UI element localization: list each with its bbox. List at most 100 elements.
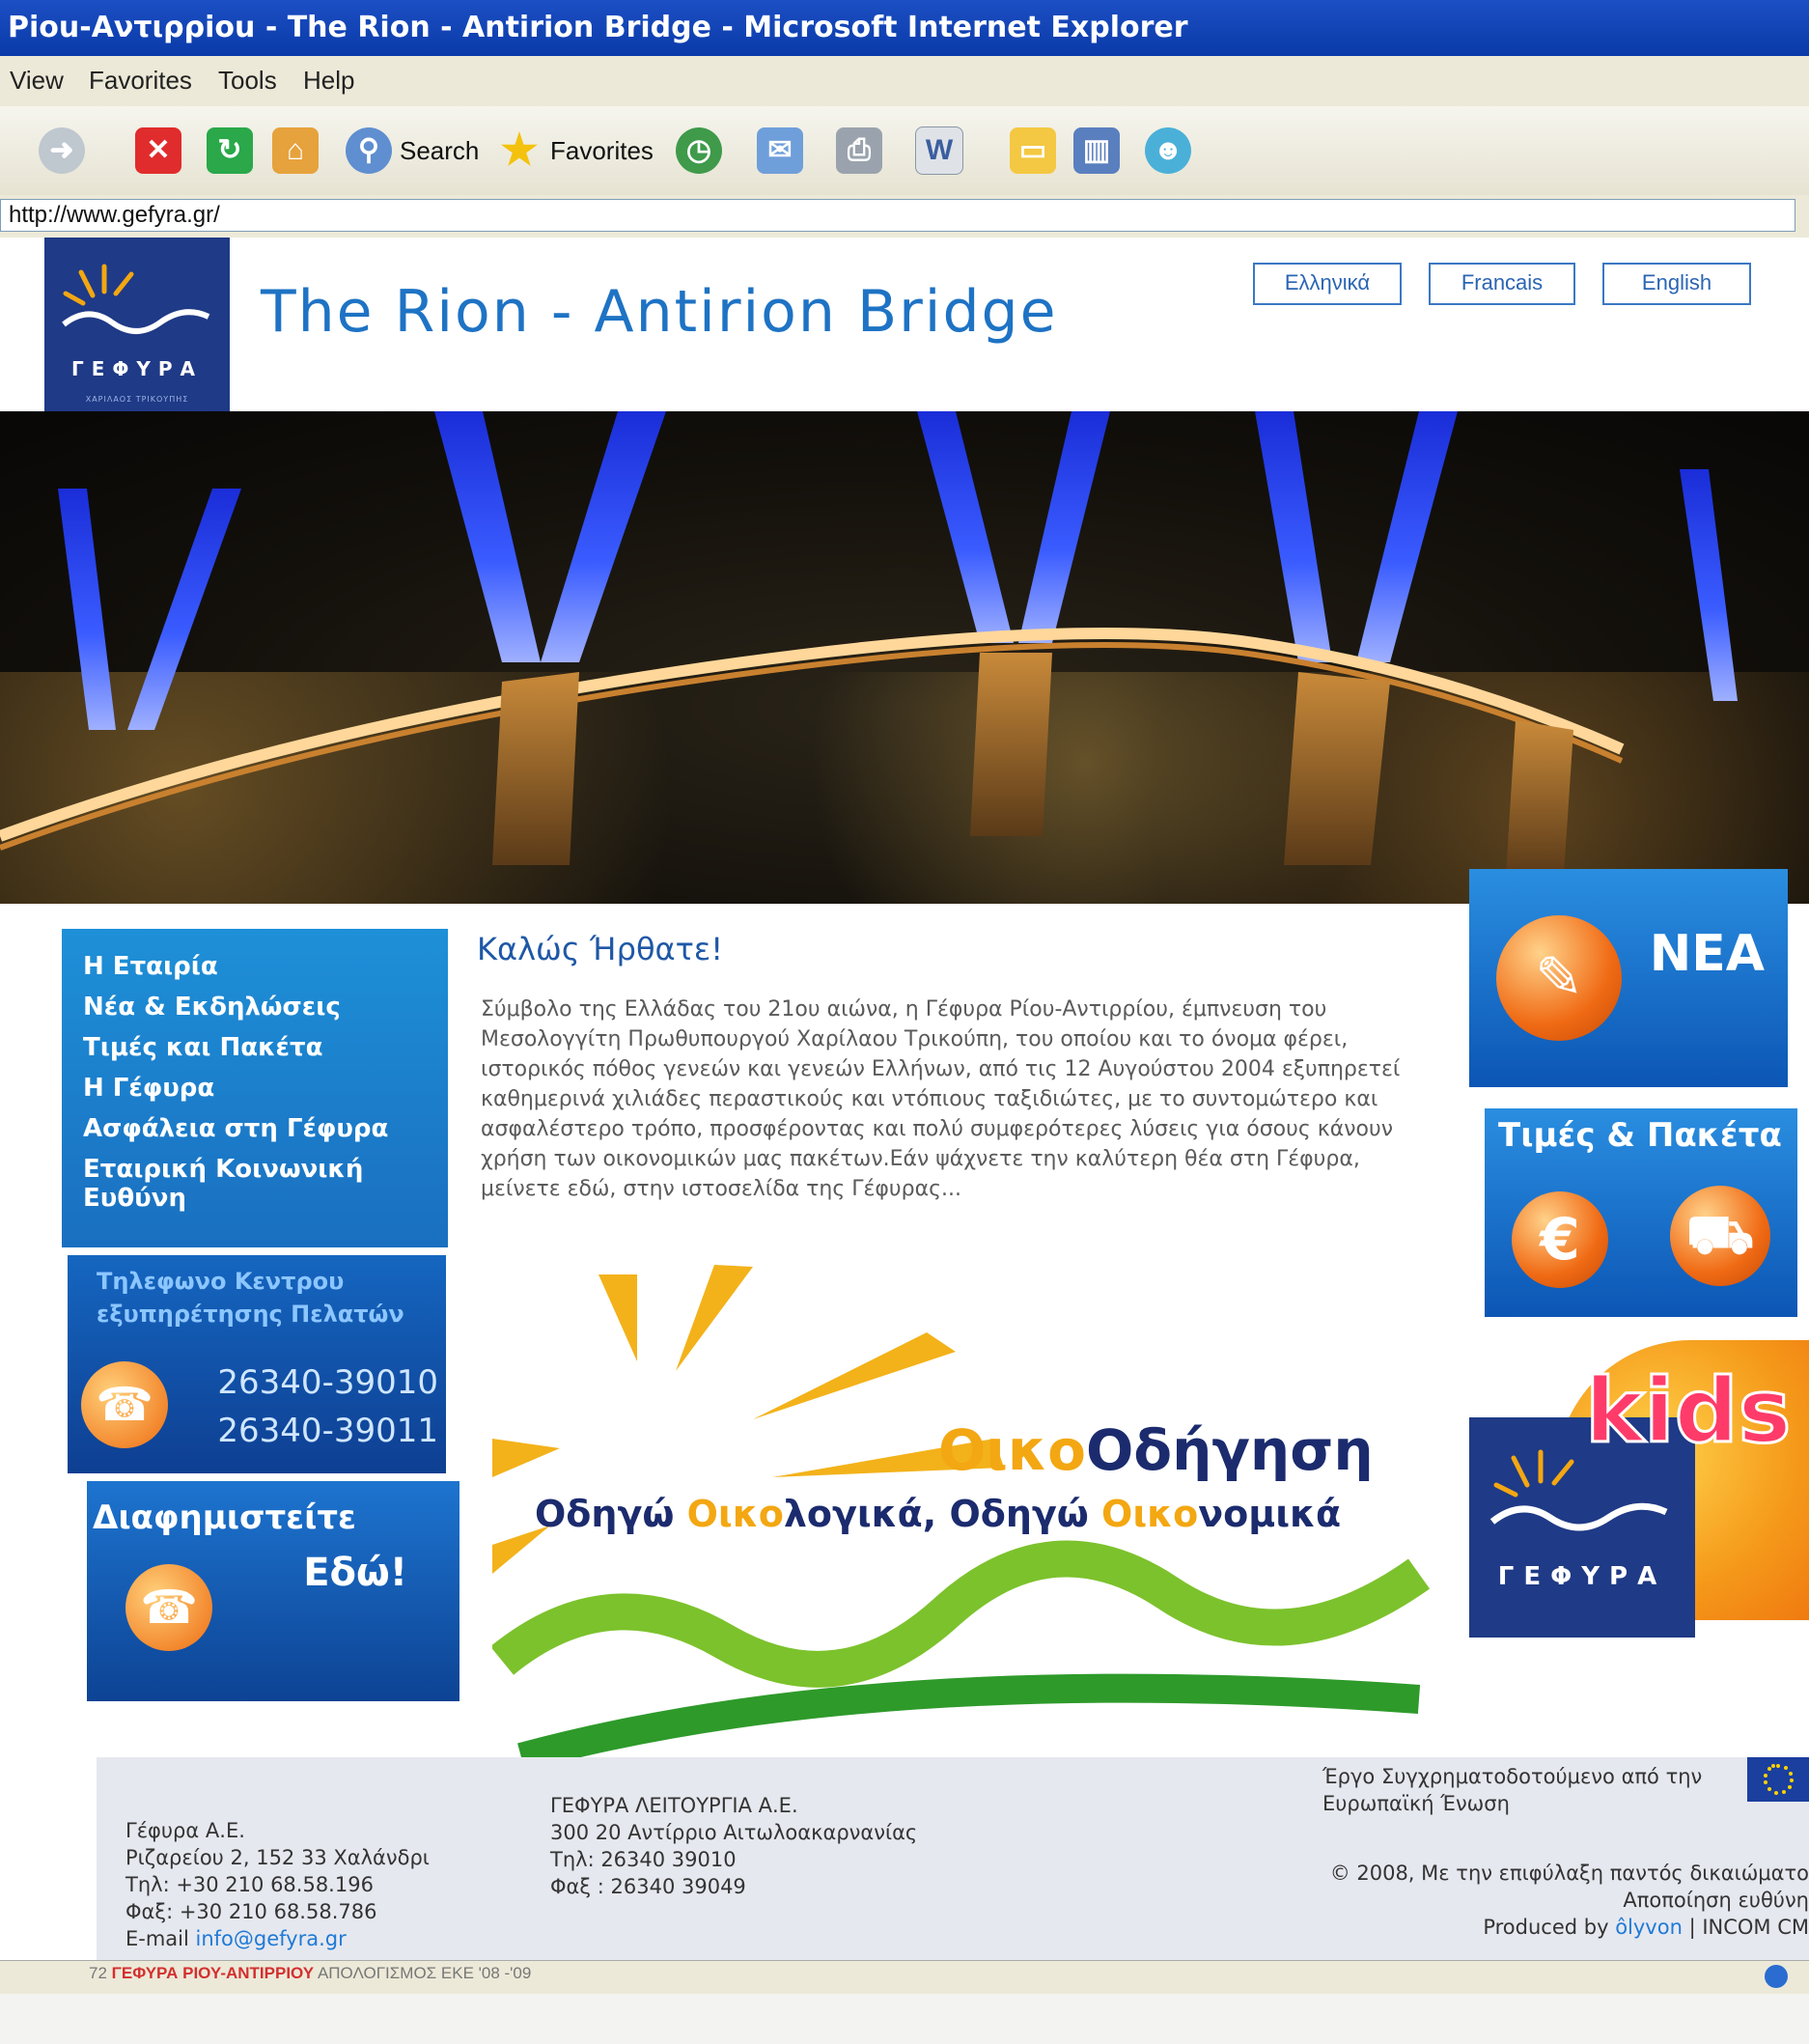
call-center-box[interactable]: Τηλεφωνο Κεντρου εξυπηρέτησης Πελατών ☎ … [68,1255,446,1473]
note-icon: ▭ [1010,127,1056,174]
kids-banner[interactable]: ΓΕΦΥΡΑ kids [1469,1340,1809,1638]
welcome-heading: Καλώς Ήρθατε! [477,931,724,967]
footer-company-name: Γέφυρα Α.Ε. [125,1819,245,1842]
browser-screen: Piou-Αντιρρiou - The Rion - Antirion Bri… [0,0,1809,1994]
nav-csr[interactable]: Εταιρική Κοινωνική Ευθύνη [62,1149,448,1218]
menu-tools[interactable]: Tools [218,66,277,96]
site-title: The Rion - Antirion Bridge [261,278,1058,346]
toolbar: ➜ ✕ ↻ ⌂ ⚲ Search ★ Favorites ◷ ✉ ⎙ W ▭ ▥… [0,106,1809,280]
footer-producer-link[interactable]: ôlyvon [1615,1916,1683,1939]
refresh-button[interactable]: ↻ [207,124,253,178]
footer-produced-suffix: | INCOM CM [1682,1916,1809,1939]
nav-news-events[interactable]: Νέα & Εκδηλώσεις [62,987,448,1027]
logo-text: ΓΕΦΥΡΑ [70,357,204,380]
bridge-night-photo [0,411,1809,904]
footer-phone2: Τηλ: 26340 39010 [550,1848,737,1871]
history-button[interactable]: ◷ [676,124,722,178]
search-button[interactable]: ⚲ Search [346,124,479,178]
forward-button[interactable]: ➜ [39,124,85,178]
forward-arrow-icon: ➜ [39,127,85,174]
mail-icon: ✉ [757,127,803,174]
kids-logo-text: ΓΕΦΥΡΑ [1497,1562,1667,1591]
address-bar: http://www.gefyra.gr/ [0,195,1809,238]
eu-stars-icon [1764,1764,1794,1795]
nav-company[interactable]: Η Εταιρία [62,946,448,987]
footer-fax2: Φαξ : 26340 39049 [550,1875,746,1898]
internet-zone-icon [1765,1965,1788,1988]
menu-favorites[interactable]: Favorites [89,66,192,96]
stop-button[interactable]: ✕ [135,124,181,178]
star-icon: ★ [500,126,539,174]
favorites-label: Favorites [550,135,654,165]
edit-button[interactable]: W [915,124,963,178]
nav-bridge[interactable]: Η Γέφυρα [62,1068,448,1108]
home-button[interactable]: ⌂ [272,124,319,178]
lang-french-button[interactable]: Francais [1429,263,1575,305]
mail-button[interactable]: ✉ [757,124,803,178]
menu-help[interactable]: Help [303,66,354,96]
eco-sub-c: λογικά, Οδηγώ [783,1493,1102,1535]
footer-eu-note: Έργο Συγχρηματοδοτούμενο από την Ευρωπαϊ… [1322,1763,1702,1817]
favorites-button[interactable]: ★ Favorites [496,124,654,178]
footer-disclaimer-link[interactable]: Αποποίηση ευθύνη [1330,1887,1809,1914]
eco-driving-banner[interactable]: ΟικοΟδήγηση Οδηγώ Οικολογικά, Οδηγώ Οικο… [492,1255,1438,1757]
news-banner[interactable]: ✎ ΝΕΑ [1469,869,1788,1087]
footer-fax: Φαξ: +30 210 68.58.786 [125,1900,377,1923]
call-center-title-line1: Τηλεφωνο Κεντρου [97,1268,345,1295]
pen-icon: ✎ [1496,915,1622,1041]
stop-icon: ✕ [135,127,181,174]
gefyra-logo[interactable]: ΓΕΦΥΡΑ ΧΑΡΙΛΑΟΣ ΤΡΙΚΟΥΠΗΣ [44,238,230,421]
menu-bar: View Favorites Tools Help [0,56,1809,107]
advertise-box[interactable]: Διαφημιστείτε Εδώ! ☎ [87,1481,459,1701]
word-icon: W [915,126,963,175]
logo-subtext: ΧΑΡΙΛΑΟΣ ΤΡΙΚΟΥΠΗΣ [85,395,189,404]
eco-sub-a: Οδηγώ [535,1493,687,1535]
page-caption: 72 ΓΕΦΥΡΑ ΡΙΟΥ-ΑΝΤΙΡΡΙΟΥ ΑΠΟΛΟΓΙΣΜΟΣ ΕΚΕ… [89,1964,531,1983]
footer-email-row: E-mail info@gefyra.gr [125,1925,430,1952]
kids-word: kids [1583,1358,1792,1465]
footer-email-label: E-mail [125,1927,196,1950]
sun-wave-logo-icon [62,264,210,334]
footer-contact-athens: Γέφυρα Α.Ε. Ριζαρείου 2, 152 33 Χαλάνδρι… [125,1817,430,1952]
refresh-icon: ↻ [207,127,253,174]
footer-email-link[interactable]: info@gefyra.gr [196,1927,347,1950]
eco-title: ΟικοΟδήγηση [938,1417,1374,1483]
left-navigation: Η Εταιρία Νέα & Εκδηλώσεις Τιμές και Πακ… [62,929,448,1247]
site-header: ΓΕΦΥΡΑ ΧΑΡΙΛΑΟΣ ΤΡΙΚΟΥΠΗΣ The Rion - Ant… [0,238,1809,421]
footer-company2-name: ΓΕΦΥΡΑ ΛΕΙΤΟΥΡΓΙΑ Α.Ε. [550,1794,798,1817]
menu-view[interactable]: View [10,66,64,96]
lang-greek-button[interactable]: Ελληνικά [1253,263,1402,305]
car-icon: ⛟ [1670,1186,1770,1286]
footer-legal: © 2008, Με την επιφύλαξη παντός δικαιώμα… [1330,1860,1809,1941]
footer-phone: Τηλ: +30 210 68.58.196 [125,1873,374,1896]
research-icon: ▥ [1073,127,1120,174]
phone-icon: ☎ [125,1564,212,1651]
footer-produced-row: Produced by ôlyvon | INCOM CM [1330,1914,1809,1941]
eco-sub-e: νομικά [1198,1493,1342,1535]
footer-produced-prefix: Produced by [1483,1916,1616,1939]
phone-number-1: 26340-39010 [217,1363,438,1402]
search-label: Search [400,135,480,165]
messenger-icon: ☻ [1145,127,1191,174]
prices-packages-banner[interactable]: Τιμές & Πακέτα € ⛟ [1485,1108,1797,1317]
eu-flag-icon [1747,1757,1809,1802]
printer-icon: ⎙ [836,127,882,174]
history-icon: ◷ [676,127,722,174]
print-button[interactable]: ⎙ [836,124,882,178]
eco-title-rest: Οδήγηση [1085,1417,1374,1483]
research-button[interactable]: ▥ [1073,124,1120,178]
call-center-title-line2: εξυπηρέτησης Πελατών [97,1301,404,1328]
bridge-illustration [0,411,1738,875]
address-input[interactable]: http://www.gefyra.gr/ [0,199,1795,232]
messenger-button[interactable]: ☻ [1145,124,1191,178]
advertise-line2: Εδώ! [303,1551,407,1595]
nav-prices-packages[interactable]: Τιμές και Πακέτα [62,1027,448,1068]
discuss-button[interactable]: ▭ [1010,124,1056,178]
lang-english-button[interactable]: English [1602,263,1751,305]
eco-sub-b: Οικο [686,1493,784,1535]
eco-sub-d: Οικο [1101,1493,1199,1535]
nav-bridge-safety[interactable]: Ασφάλεια στη Γέφυρα [62,1108,448,1149]
euro-icon: € [1512,1191,1608,1288]
caption-subtitle: ΑΠΟΛΟΓΙΣΜΟΣ ΕΚΕ '08 -'09 [317,1964,532,1982]
footer-copyright: © 2008, Με την επιφύλαξη παντός δικαιώμα… [1329,1862,1809,1885]
